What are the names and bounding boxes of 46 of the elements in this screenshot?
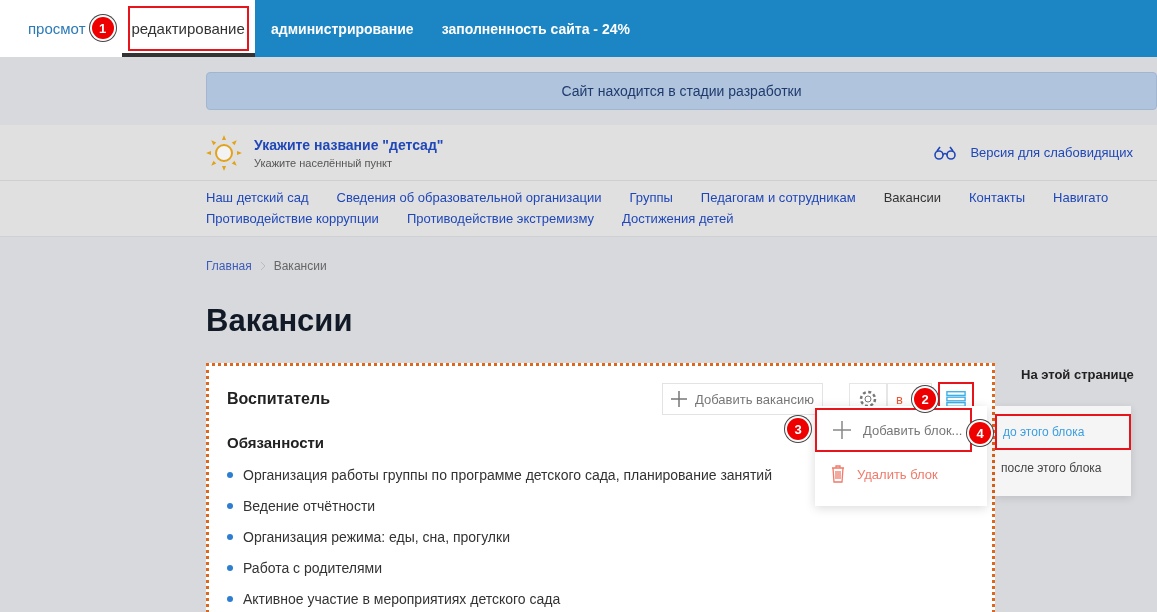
- admin-link[interactable]: администрирование: [255, 0, 426, 57]
- breadcrumb-link[interactable]: Вакансии: [273, 259, 327, 273]
- add-vacancy-button[interactable]: Добавить вакансию: [662, 383, 823, 415]
- bullet-icon: [227, 595, 233, 602]
- plus-icon: [671, 391, 688, 407]
- nav-link[interactable]: Навигато: [1053, 189, 1109, 206]
- nav-link[interactable]: Сведения об образовательной организации: [336, 189, 602, 206]
- nav-link[interactable]: Вакансии: [883, 189, 941, 206]
- admin-link[interactable]: заполненность сайта - 24%: [425, 0, 642, 57]
- plus-icon: [833, 421, 851, 439]
- chevron-icon: [259, 261, 266, 271]
- duty-text: Активное участие в мероприятиях детского сада: [243, 590, 561, 607]
- status-banner: Сайт находится в стадии разработки: [206, 72, 1157, 110]
- bullet-icon: [227, 564, 233, 571]
- submenu-item[interactable]: после этого блока: [995, 450, 1131, 486]
- step-marker: 2: [914, 388, 936, 410]
- section-heading: Обязанности: [227, 434, 325, 451]
- bullet-icon: [227, 533, 233, 540]
- step-marker: 4: [969, 422, 991, 444]
- step-marker: 1: [91, 17, 114, 39]
- breadcrumb-link[interactable]: Главная: [206, 259, 252, 273]
- bullet-icon: [227, 502, 233, 509]
- sun-logo-icon: [206, 134, 242, 171]
- sidebar-title: На этой странице: [1021, 367, 1134, 382]
- nav-link[interactable]: Противодействие экстремизму: [406, 210, 594, 227]
- site-name[interactable]: Укажите название "детсад": [254, 136, 935, 153]
- duty-text: Организация режима: еды, сна, прогулки: [243, 528, 510, 545]
- vacancy-title: Воспитатель: [227, 390, 331, 408]
- nav-link[interactable]: Наш детский сад: [206, 189, 309, 206]
- nav-link[interactable]: Педагогам и сотрудникам: [700, 189, 856, 206]
- accessibility-link[interactable]: Версия для слабовидящих: [934, 145, 1133, 160]
- duty-text: Работа с родителями: [243, 559, 382, 576]
- nav-link[interactable]: Достижения детей: [622, 210, 734, 227]
- page-title: Вакансии: [206, 303, 354, 339]
- gear-icon: [858, 389, 878, 409]
- nav-link[interactable]: Группы: [629, 189, 673, 206]
- locality-text: Укажите населённый пункт: [254, 156, 393, 169]
- bullet-icon: [227, 471, 233, 478]
- step-marker: 3: [787, 418, 809, 440]
- glasses-icon: [934, 145, 957, 160]
- trash-icon: [831, 465, 845, 483]
- menu-icon: [946, 390, 966, 408]
- nav-link[interactable]: Контакты: [968, 189, 1026, 206]
- duty-text: Организация работы группы по программе детского сада, планирование занятий: [243, 466, 772, 483]
- duty-text: Ведение отчётности: [243, 497, 376, 514]
- nav-link[interactable]: Противодействие коррупции: [206, 210, 379, 227]
